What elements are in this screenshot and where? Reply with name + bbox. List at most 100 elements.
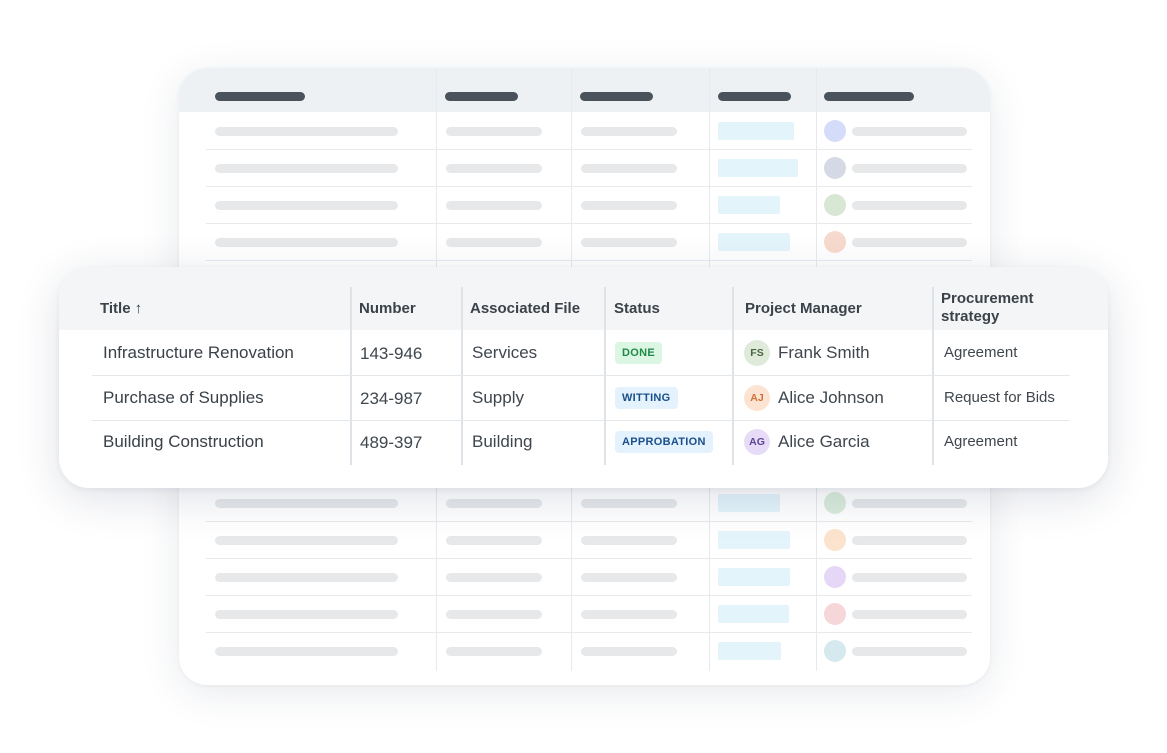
skeleton-cell-bar — [852, 201, 967, 210]
skeleton-cell-bar — [446, 610, 542, 619]
skeleton-header-bar — [445, 92, 518, 101]
skeleton-avatar — [824, 157, 846, 179]
skeleton-cell-bar — [446, 164, 542, 173]
status-badge: DONE — [615, 342, 662, 364]
row-divider — [92, 420, 1070, 421]
skeleton-cell-bar — [215, 238, 398, 247]
skeleton-header-bar — [580, 92, 653, 101]
skeleton-cell-bar — [852, 127, 967, 136]
skeleton-cell-bar — [215, 647, 398, 656]
row-title[interactable]: Infrastructure Renovation — [103, 343, 294, 363]
skeleton-status-chip — [718, 605, 789, 623]
project-table-card: Title ↑ Number Associated File Status Pro… — [59, 267, 1108, 488]
skeleton-cell-bar — [852, 238, 967, 247]
skeleton-cell-bar — [446, 536, 542, 545]
row-procurement-strategy: Agreement — [944, 433, 1018, 450]
skeleton-cell-bar — [446, 573, 542, 582]
column-header-number[interactable]: Number — [359, 300, 416, 318]
column-divider — [732, 287, 734, 465]
row-number: 489-397 — [360, 433, 423, 452]
column-divider — [350, 287, 352, 465]
skeleton-avatar — [824, 640, 846, 662]
skeleton-cell-bar — [215, 610, 398, 619]
skeleton-cell-bar — [852, 647, 967, 656]
skeleton-header-bar — [824, 92, 914, 101]
row-procurement-strategy: Agreement — [944, 344, 1018, 361]
row-number: 234-987 — [360, 389, 423, 408]
skeleton-status-chip — [718, 122, 794, 140]
column-divider — [932, 287, 934, 465]
row-title[interactable]: Purchase of Supplies — [103, 388, 264, 408]
skeleton-avatar — [824, 529, 846, 551]
skeleton-row-divider — [206, 149, 972, 150]
skeleton-row-divider — [206, 186, 972, 187]
column-header-project-manager[interactable]: Project Manager — [745, 300, 862, 318]
skeleton-cell-bar — [215, 536, 398, 545]
skeleton-cell-bar — [446, 499, 542, 508]
skeleton-column-divider — [709, 488, 710, 671]
skeleton-cell-bar — [581, 536, 677, 545]
skeleton-status-chip — [718, 642, 781, 660]
skeleton-cell-bar — [581, 499, 677, 508]
row-project-manager: Frank Smith — [778, 343, 870, 362]
skeleton-column-divider — [816, 68, 817, 268]
row-associated-file[interactable]: Building — [472, 432, 533, 452]
skeleton-cell-bar — [852, 573, 967, 582]
skeleton-avatar — [824, 603, 846, 625]
column-header-status[interactable]: Status — [614, 300, 660, 318]
column-header-associated-file[interactable]: Associated File — [470, 300, 580, 318]
skeleton-row-divider — [206, 558, 972, 559]
skeleton-cell-bar — [581, 647, 677, 656]
background-table-header — [179, 68, 990, 112]
skeleton-cell-bar — [852, 164, 967, 173]
column-header-procurement-strategy[interactable]: Procurement strategy — [941, 290, 1034, 326]
row-project-manager: Alice Garcia — [778, 432, 870, 451]
skeleton-column-divider — [571, 488, 572, 671]
skeleton-avatar — [824, 566, 846, 588]
skeleton-cell-bar — [581, 610, 677, 619]
avatar: AG — [744, 429, 770, 455]
skeleton-row-divider — [206, 632, 972, 633]
skeleton-status-chip — [718, 233, 790, 251]
skeleton-cell-bar — [215, 201, 398, 210]
skeleton-cell-bar — [581, 201, 677, 210]
skeleton-cell-bar — [215, 127, 398, 136]
skeleton-column-divider — [816, 488, 817, 671]
skeleton-row-divider — [206, 260, 972, 261]
row-divider — [92, 375, 1070, 376]
row-title[interactable]: Building Construction — [103, 432, 264, 452]
skeleton-column-divider — [436, 68, 437, 268]
column-header-title[interactable]: Title ↑ — [100, 300, 142, 318]
avatar: FS — [744, 340, 770, 366]
avatar: AJ — [744, 385, 770, 411]
skeleton-cell-bar — [446, 238, 542, 247]
skeleton-cell-bar — [215, 499, 398, 508]
skeleton-status-chip — [718, 531, 790, 549]
row-procurement-strategy: Request for Bids — [944, 389, 1055, 406]
skeleton-cell-bar — [446, 201, 542, 210]
skeleton-cell-bar — [215, 573, 398, 582]
skeleton-cell-bar — [852, 499, 967, 508]
skeleton-status-chip — [718, 494, 780, 512]
column-divider — [461, 287, 463, 465]
skeleton-header-bar — [215, 92, 305, 101]
column-divider — [604, 287, 606, 465]
skeleton-cell-bar — [852, 536, 967, 545]
skeleton-avatar — [824, 492, 846, 514]
skeleton-column-divider — [709, 68, 710, 268]
skeleton-cell-bar — [215, 164, 398, 173]
row-associated-file[interactable]: Supply — [472, 388, 524, 408]
skeleton-status-chip — [718, 568, 790, 586]
skeleton-cell-bar — [852, 610, 967, 619]
skeleton-row-divider — [206, 595, 972, 596]
skeleton-header-bar — [718, 92, 791, 101]
arrow-up-icon: ↑ — [134, 300, 143, 317]
row-number: 143-946 — [360, 344, 423, 363]
skeleton-cell-bar — [581, 127, 677, 136]
skeleton-cell-bar — [581, 238, 677, 247]
skeleton-status-chip — [718, 196, 780, 214]
skeleton-row-divider — [206, 223, 972, 224]
status-badge: WITTING — [615, 387, 678, 409]
row-associated-file[interactable]: Services — [472, 343, 537, 363]
skeleton-cell-bar — [581, 164, 677, 173]
